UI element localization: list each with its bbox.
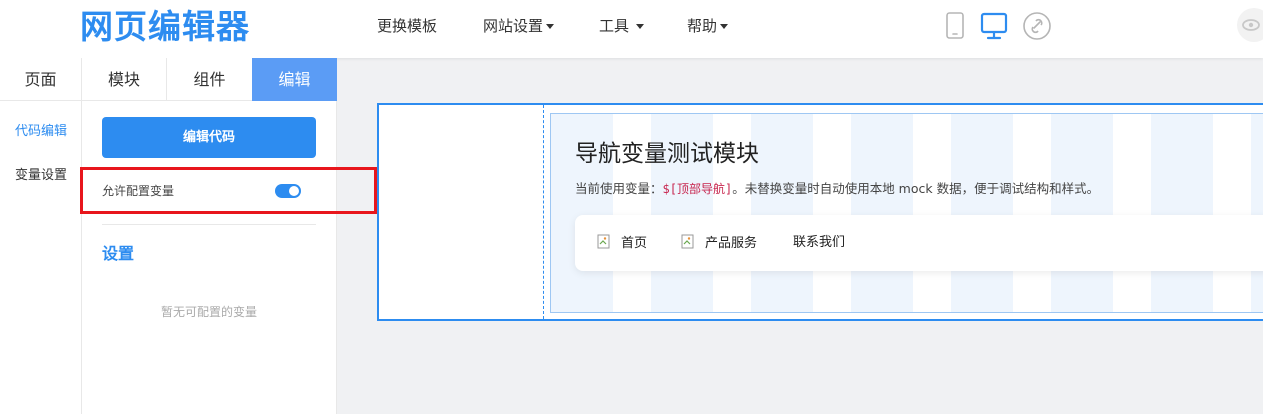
edit-code-button[interactable]: 编辑代码 bbox=[102, 117, 316, 158]
tab-edit[interactable]: 编辑 bbox=[252, 58, 337, 101]
caret-down-icon bbox=[546, 24, 555, 29]
nav-card: 首页 产品服务 联系我们 bbox=[575, 215, 1263, 271]
edit-panel bbox=[82, 58, 337, 414]
empty-variables-text: 暂无可配置的变量 bbox=[160, 305, 257, 319]
nav-help[interactable]: 帮助 bbox=[687, 16, 729, 36]
sidebar-item-code-edit[interactable]: 代码编辑 bbox=[0, 123, 82, 141]
broken-image-icon bbox=[597, 234, 613, 250]
tab-page[interactable]: 页面 bbox=[0, 58, 82, 101]
canvas-frame[interactable]: 导航变量测试模块 当前使用变量：$[顶部导航]。未替换变量时自动使用本地 moc… bbox=[377, 103, 1263, 321]
nav-change-template[interactable]: 更换模板 bbox=[377, 16, 437, 36]
link-icon[interactable] bbox=[1022, 11, 1052, 41]
nav-help-label: 帮助 bbox=[687, 17, 718, 35]
nav-site-settings-label: 网站设置 bbox=[483, 17, 544, 35]
module-description: 当前使用变量：$[顶部导航]。未替换变量时自动使用本地 mock 数据，便于调试… bbox=[575, 180, 1099, 198]
highlight-box bbox=[80, 167, 377, 214]
nav-link-products-label: 产品服务 bbox=[705, 236, 758, 251]
settings-title: 设置 bbox=[102, 244, 135, 263]
top-header: 网页编辑器 更换模板 网站设置 工具 帮助 bbox=[0, 0, 1263, 58]
nav-site-settings[interactable]: 网站设置 bbox=[483, 16, 555, 36]
nav-tools-label: 工具 bbox=[599, 17, 630, 35]
nav-link-products[interactable]: 产品服务 bbox=[681, 234, 757, 253]
desc-variable: $[顶部导航] bbox=[662, 182, 733, 196]
broken-image-icon bbox=[681, 234, 697, 250]
nav-link-home-label: 首页 bbox=[621, 236, 648, 251]
app-logo[interactable]: 网页编辑器 bbox=[80, 8, 250, 46]
divider bbox=[102, 224, 316, 225]
desc-suffix: 。未替换变量时自动使用本地 mock 数据，便于调试结构和样式。 bbox=[732, 181, 1100, 196]
tab-module[interactable]: 模块 bbox=[82, 58, 167, 101]
nav-link-contact[interactable]: 联系我们 bbox=[793, 234, 845, 252]
desc-prefix: 当前使用变量： bbox=[575, 181, 663, 196]
mobile-icon[interactable] bbox=[940, 11, 970, 41]
guide-line bbox=[543, 105, 544, 319]
desktop-icon[interactable] bbox=[979, 11, 1009, 41]
tab-component[interactable]: 组件 bbox=[167, 58, 252, 101]
nav-change-template-label: 更换模板 bbox=[377, 17, 438, 35]
caret-down-icon bbox=[720, 24, 729, 29]
sidebar-item-variable-settings[interactable]: 变量设置 bbox=[0, 167, 82, 185]
caret-down-icon bbox=[636, 24, 645, 29]
nav-link-home[interactable]: 首页 bbox=[597, 234, 647, 253]
left-nav-column bbox=[0, 58, 82, 414]
preview-eye-icon[interactable] bbox=[1237, 8, 1263, 42]
nav-tools[interactable]: 工具 bbox=[599, 16, 645, 36]
module-title: 导航变量测试模块 bbox=[575, 141, 759, 167]
